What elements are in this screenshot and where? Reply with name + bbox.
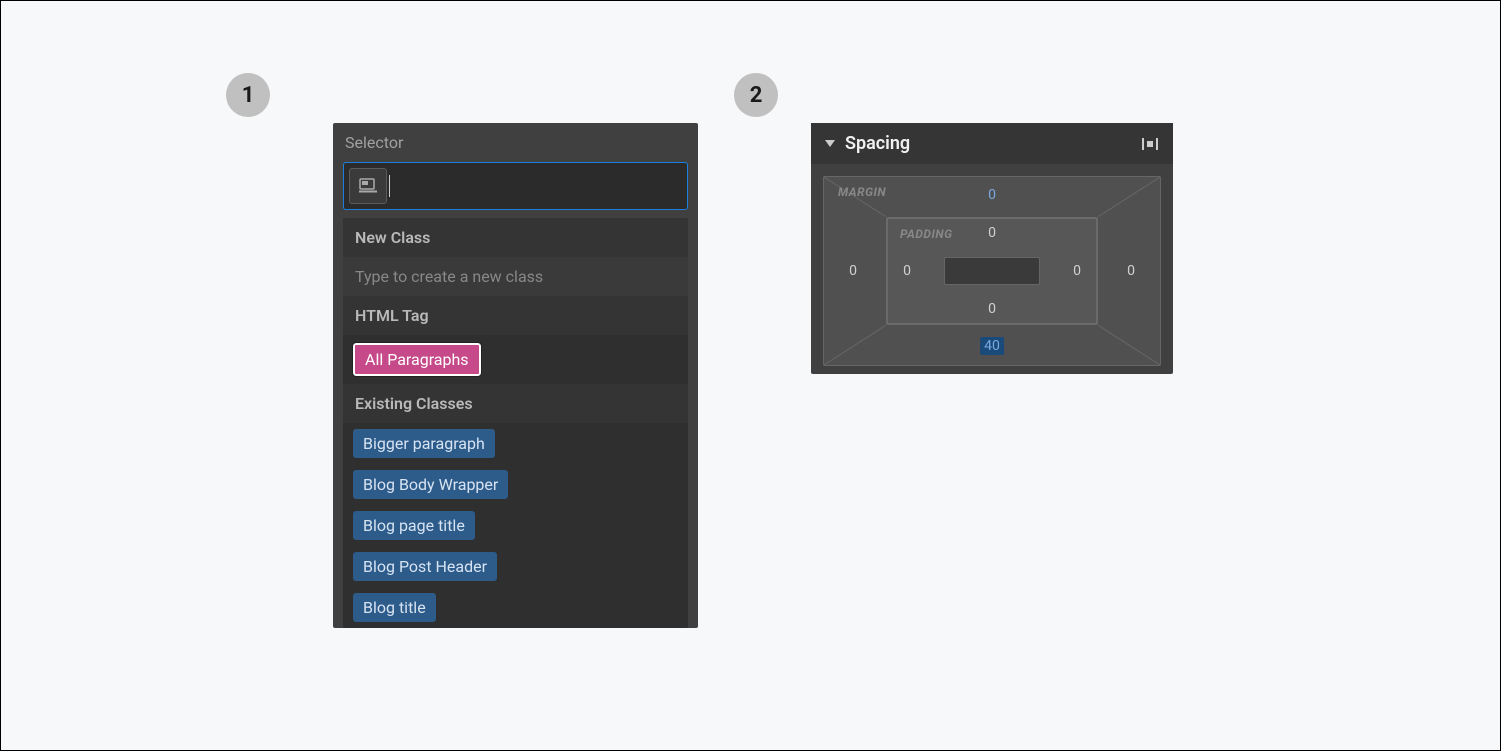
- spacing-panel: Spacing MARGIN 0 0 40 0 PADDING 0 0 0 0: [811, 123, 1173, 374]
- padding-bottom-input[interactable]: 0: [985, 301, 999, 317]
- selector-input-row[interactable]: [343, 162, 688, 210]
- existing-class-row: Blog title: [343, 587, 688, 628]
- existing-class-row: Blog Body Wrapper: [343, 464, 688, 505]
- existing-class-row: Blog Post Header: [343, 546, 688, 587]
- padding-right-input[interactable]: 0: [1070, 263, 1084, 279]
- existing-class-blog-page-title[interactable]: Blog page title: [353, 511, 475, 540]
- html-tag-header: HTML Tag: [343, 296, 688, 335]
- padding-top-input[interactable]: 0: [985, 225, 999, 241]
- existing-class-blog-title[interactable]: Blog title: [353, 593, 436, 622]
- padding-left-input[interactable]: 0: [900, 263, 914, 279]
- step-badge-1: 1: [226, 73, 270, 117]
- content-box: [944, 257, 1040, 285]
- spacing-expand-button[interactable]: [1141, 136, 1159, 152]
- existing-classes-header: Existing Classes: [343, 384, 688, 423]
- spacing-header-left: Spacing: [825, 133, 910, 154]
- existing-class-row: Bigger paragraph: [343, 423, 688, 464]
- selector-device-icon-button[interactable]: [349, 168, 387, 204]
- new-class-hint: Type to create a new class: [343, 257, 688, 296]
- spacing-box-model: MARGIN 0 0 40 0 PADDING 0 0 0 0: [823, 176, 1161, 366]
- collapse-toggle-icon[interactable]: [825, 140, 835, 147]
- step-badge-2: 2: [734, 73, 778, 117]
- padding-label: PADDING: [900, 227, 953, 241]
- expand-icon: [1141, 136, 1159, 152]
- spacing-header: Spacing: [811, 123, 1173, 164]
- existing-class-blog-post-header[interactable]: Blog Post Header: [353, 552, 497, 581]
- margin-top-input[interactable]: 0: [985, 187, 999, 203]
- html-tag-row: All Paragraphs: [343, 335, 688, 384]
- new-class-header: New Class: [343, 218, 688, 257]
- margin-label: MARGIN: [838, 185, 886, 199]
- margin-bottom-input[interactable]: 40: [980, 337, 1004, 355]
- margin-right-input[interactable]: 0: [1124, 263, 1138, 279]
- existing-class-bigger-paragraph[interactable]: Bigger paragraph: [353, 429, 495, 458]
- selector-input[interactable]: [390, 163, 687, 209]
- html-tag-option-all-paragraphs[interactable]: All Paragraphs: [353, 343, 481, 376]
- margin-left-input[interactable]: 0: [846, 263, 860, 279]
- existing-class-blog-body-wrapper[interactable]: Blog Body Wrapper: [353, 470, 508, 499]
- selector-panel: Selector New Class Type to create a new …: [333, 123, 698, 628]
- spacing-title: Spacing: [845, 133, 910, 154]
- selector-label: Selector: [333, 123, 698, 158]
- padding-box: PADDING 0 0 0 0: [886, 217, 1098, 325]
- device-icon: [359, 178, 377, 194]
- existing-class-row: Blog page title: [343, 505, 688, 546]
- step-number: 2: [750, 83, 763, 108]
- selector-dropdown: New Class Type to create a new class HTM…: [343, 218, 688, 628]
- step-number: 1: [242, 83, 255, 108]
